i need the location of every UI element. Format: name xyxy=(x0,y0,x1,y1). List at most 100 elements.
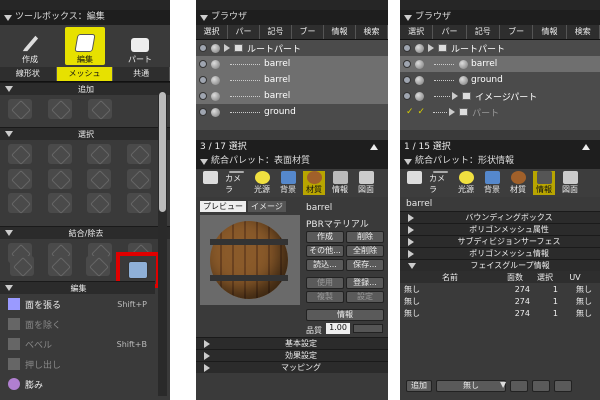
palette-drawing-button[interactable]: 図面 xyxy=(355,171,377,195)
dropdown-arrow-icon[interactable]: ▼ xyxy=(500,380,506,394)
tab-symbol[interactable]: 記号 xyxy=(467,25,500,39)
column-header[interactable]: 名前 xyxy=(400,272,500,283)
section-edit[interactable]: 編集 xyxy=(0,281,155,294)
add-button[interactable]: 追加 xyxy=(406,380,432,392)
light-icon[interactable] xyxy=(415,91,424,101)
tool-icon[interactable] xyxy=(8,193,32,214)
tool-icon[interactable] xyxy=(8,168,32,189)
bar-mesh-info[interactable]: ポリゴンメッシュ情報 xyxy=(400,247,600,259)
group-select[interactable]: 無し xyxy=(436,380,506,392)
bar-subdivision[interactable]: サブディビジョンサーフェス xyxy=(400,235,600,247)
tree-row-ground[interactable]: ground xyxy=(196,104,388,120)
edit-item-remove[interactable]: 面を除く xyxy=(0,314,155,334)
tree-row-barrel[interactable]: barrel xyxy=(196,56,388,72)
bar-effect-settings[interactable]: 効果設定 xyxy=(196,349,388,361)
tree-row-root[interactable]: ルートパート xyxy=(196,40,388,56)
toolbox-scrollbar[interactable] xyxy=(158,90,167,396)
light-icon[interactable] xyxy=(415,75,424,85)
palette-background-button[interactable]: 背景 xyxy=(277,171,299,195)
collapse-icon[interactable] xyxy=(200,158,208,165)
bar-face-group-info[interactable]: フェイスグループ情報 xyxy=(400,259,600,271)
tool-icon[interactable] xyxy=(47,168,72,189)
palette-shape-button[interactable] xyxy=(199,171,221,195)
section-join[interactable]: 結合/除去 xyxy=(0,226,170,239)
collapse-icon[interactable] xyxy=(4,14,12,21)
eye-icon[interactable] xyxy=(403,76,411,84)
expand-arrow-icon[interactable] xyxy=(428,44,434,52)
up-arrow-icon[interactable] xyxy=(582,144,590,150)
tab-select[interactable]: 選択 xyxy=(196,25,228,39)
eye-icon[interactable] xyxy=(403,44,411,52)
collapse-icon[interactable] xyxy=(404,158,412,165)
register-button[interactable]: 登録... xyxy=(346,277,384,289)
collapse-icon[interactable] xyxy=(404,14,412,21)
other-button[interactable]: その他... xyxy=(306,245,344,257)
palette-shape-button[interactable] xyxy=(403,171,425,195)
mode-part-button[interactable]: パート xyxy=(120,27,160,65)
light-icon[interactable] xyxy=(211,59,220,69)
create-button[interactable]: 作成 xyxy=(306,231,344,243)
panel-grip[interactable] xyxy=(0,0,170,10)
tool-icon[interactable] xyxy=(8,144,32,164)
delete-button[interactable]: 削除 xyxy=(346,231,384,243)
move-up-button[interactable] xyxy=(510,380,529,392)
palette-material-button[interactable]: 材質 xyxy=(507,171,529,195)
section-add[interactable]: 追加 xyxy=(0,82,170,95)
up-arrow-icon[interactable] xyxy=(370,144,378,150)
tab-symbol[interactable]: 記号 xyxy=(260,25,292,39)
tool-icon[interactable] xyxy=(87,193,111,214)
eye-icon[interactable] xyxy=(199,108,207,116)
tool-icon[interactable] xyxy=(126,144,151,164)
tree-row-barrel[interactable]: barrel xyxy=(400,56,600,72)
section-select[interactable]: 選択 xyxy=(0,127,170,140)
use-button[interactable]: 使用 xyxy=(306,277,344,289)
tool-icon[interactable] xyxy=(87,168,111,189)
expand-arrow-icon[interactable] xyxy=(452,92,458,100)
light-icon[interactable] xyxy=(211,91,220,101)
tab-search[interactable]: 検索 xyxy=(567,25,600,39)
light-icon[interactable] xyxy=(211,75,220,85)
tool-icon[interactable] xyxy=(88,99,112,119)
eye-icon[interactable] xyxy=(199,92,207,100)
tab-part[interactable]: パー xyxy=(433,25,467,39)
browser-title-bar[interactable]: ブラウザ xyxy=(196,10,388,25)
light-icon[interactable] xyxy=(211,107,220,117)
column-header[interactable]: 選択 xyxy=(530,272,560,283)
tree-row-root[interactable]: ルートパート xyxy=(400,40,600,56)
shape-title-bar[interactable]: 統合パレット：形状情報 xyxy=(400,154,600,169)
light-icon[interactable] xyxy=(415,59,424,69)
tab-preview[interactable]: プレビュー xyxy=(200,201,246,212)
tab-linear[interactable]: 線形状 xyxy=(0,67,57,81)
settings-button[interactable]: 設定 xyxy=(346,291,384,303)
tab-mesh[interactable]: メッシュ xyxy=(56,67,114,81)
palette-camera-button[interactable]: カメラ xyxy=(429,171,451,195)
light-icon[interactable] xyxy=(415,43,424,53)
tool-icon[interactable] xyxy=(126,193,151,214)
tool-icon[interactable] xyxy=(10,256,34,276)
palette-info-button[interactable]: 情報 xyxy=(329,171,351,195)
light-icon[interactable] xyxy=(211,43,220,53)
tool-icon[interactable] xyxy=(48,99,72,119)
column-header[interactable]: 面数 xyxy=(500,272,530,283)
palette-light-button[interactable]: 光源 xyxy=(455,171,477,195)
quality-slider[interactable] xyxy=(353,324,383,333)
panel-grip[interactable] xyxy=(196,0,388,10)
tree-row-barrel[interactable]: barrel xyxy=(196,72,388,88)
collapse-icon[interactable] xyxy=(200,14,208,21)
tree-row-image-part[interactable]: イメージパート xyxy=(400,88,600,104)
tab-boolean[interactable]: ブー xyxy=(500,25,534,39)
table-row[interactable]: 無し 274 1 無し xyxy=(400,295,600,307)
bar-bounding-box[interactable]: バウンディングボックス xyxy=(400,211,600,223)
tool-icon[interactable] xyxy=(126,168,151,189)
browser-title-bar[interactable]: ブラウザ xyxy=(400,10,600,25)
tab-search[interactable]: 検索 xyxy=(356,25,388,39)
tab-select[interactable]: 選択 xyxy=(400,25,434,39)
edit-item-extrude[interactable]: 押し出し xyxy=(0,354,155,374)
palette-material-button[interactable]: 材質 xyxy=(303,171,325,195)
check-icon[interactable]: ✓ xyxy=(418,107,426,117)
remove-button[interactable] xyxy=(554,380,573,392)
eye-icon[interactable] xyxy=(199,76,207,84)
check-icon[interactable]: ✓ xyxy=(406,107,414,117)
mode-edit-button[interactable]: 編集 xyxy=(65,27,105,65)
tab-common[interactable]: 共通 xyxy=(113,67,170,81)
